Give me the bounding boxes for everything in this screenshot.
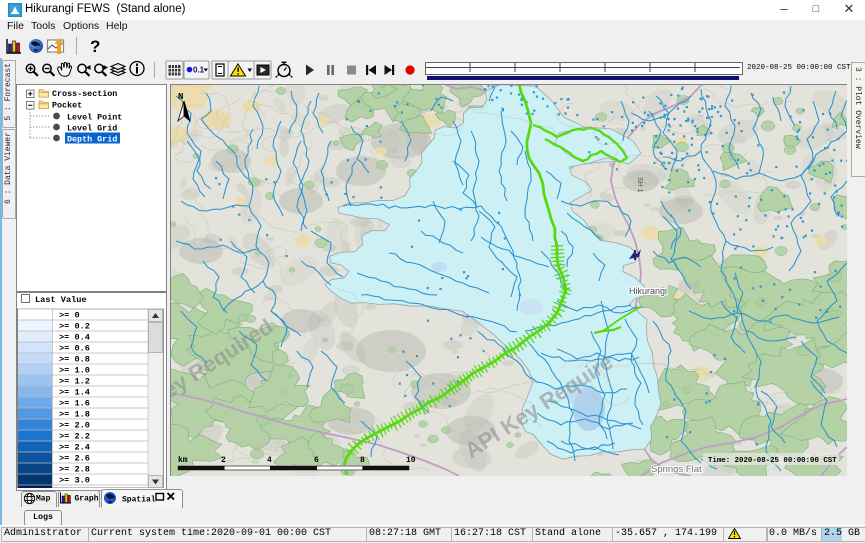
svg-text:6: 6	[314, 456, 319, 465]
svg-text:>= 3.0: >= 3.0	[59, 476, 90, 486]
svg-text:2: 2	[221, 456, 226, 465]
svg-text:Hikurangi: Hikurangi	[629, 286, 667, 296]
svg-text:>= 2.2: >= 2.2	[59, 432, 90, 442]
svg-text:Depth Grid: Depth Grid	[67, 135, 117, 145]
svg-text:N: N	[178, 92, 183, 102]
svg-text:SH 1: SH 1	[636, 177, 643, 193]
svg-text:>= 1.2: >= 1.2	[59, 377, 90, 387]
svg-text:Map: Map	[36, 495, 51, 504]
svg-text:Spatial: Spatial	[122, 496, 156, 505]
svg-text:>= 0: >= 0	[59, 311, 80, 321]
svg-text:?: ?	[90, 37, 100, 56]
svg-text:>= 1.4: >= 1.4	[59, 388, 90, 398]
svg-text:Time: 2020-08-25 00:00:00 CST: Time: 2020-08-25 00:00:00 CST	[708, 457, 837, 465]
svg-text:>= 1.8: >= 1.8	[59, 410, 90, 420]
svg-text:Last Value: Last Value	[35, 295, 87, 305]
svg-text:8: 8	[360, 456, 365, 465]
svg-text:>= 0.2: >= 0.2	[59, 322, 90, 332]
svg-text:Graph: Graph	[75, 495, 99, 504]
svg-text:Pocket: Pocket	[52, 101, 82, 111]
svg-text:Cross-section: Cross-section	[52, 89, 117, 99]
svg-text:>= 1.6: >= 1.6	[59, 399, 90, 409]
svg-text:>= 2.8: >= 2.8	[59, 465, 90, 475]
svg-text:Level Grid: Level Grid	[67, 124, 117, 134]
svg-text:0.1: 0.1	[193, 66, 205, 75]
svg-text:>= 2.6: >= 2.6	[59, 454, 90, 464]
svg-text:10: 10	[406, 456, 416, 465]
svg-text:>= 0.6: >= 0.6	[59, 344, 90, 354]
svg-text:>= 1.0: >= 1.0	[59, 366, 90, 376]
svg-text:km: km	[178, 456, 188, 465]
svg-text:>= 0.4: >= 0.4	[59, 333, 90, 343]
svg-text:>= 2.0: >= 2.0	[59, 421, 90, 431]
svg-text:Level Point: Level Point	[67, 113, 122, 123]
svg-text:4: 4	[267, 456, 272, 465]
svg-text:Springs Flat: Springs Flat	[651, 464, 702, 475]
svg-text:>= 2.4: >= 2.4	[59, 443, 90, 453]
svg-text:>= 0.8: >= 0.8	[59, 355, 90, 365]
